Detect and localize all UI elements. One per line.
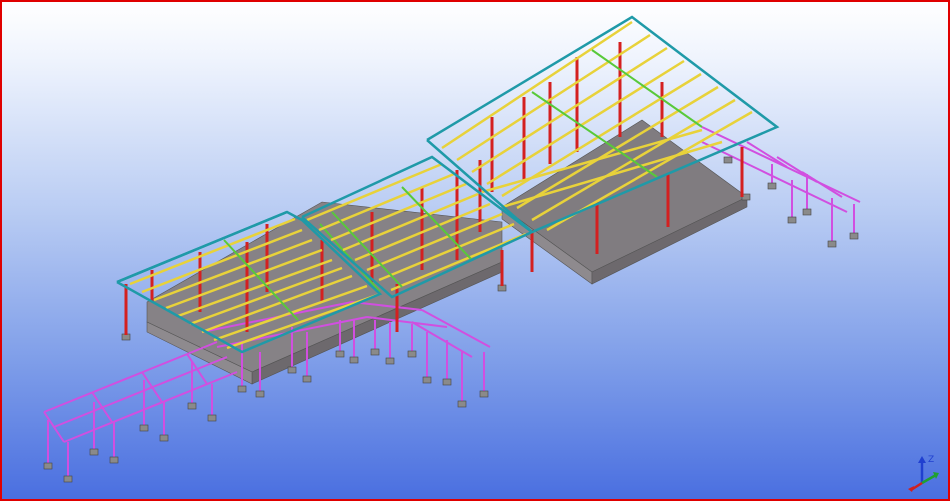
- footing: [457, 400, 467, 408]
- canopy-beam: [421, 309, 491, 348]
- footing: [849, 232, 859, 240]
- footing: [207, 414, 217, 422]
- footing: [385, 357, 395, 365]
- footing: [335, 350, 345, 358]
- footing: [139, 424, 149, 432]
- canopy-beam: [53, 356, 228, 428]
- y-axis: [921, 473, 937, 485]
- footing: [255, 390, 265, 398]
- footing: [287, 366, 297, 374]
- xyz-axis-triad-icon[interactable]: Z: [906, 453, 940, 493]
- structural-model-3d[interactable]: [2, 2, 948, 499]
- footing: [89, 448, 99, 456]
- footing: [787, 216, 797, 224]
- footing: [723, 156, 733, 164]
- footing: [302, 375, 312, 383]
- footing: [442, 378, 452, 386]
- footing: [63, 475, 73, 483]
- footing: [370, 348, 380, 356]
- footing: [159, 434, 169, 442]
- footing: [237, 385, 247, 393]
- footing: [422, 376, 432, 384]
- z-arrow: [918, 456, 926, 463]
- footing: [802, 208, 812, 216]
- footing: [407, 350, 417, 358]
- model-viewport[interactable]: Z: [0, 0, 950, 501]
- footing: [187, 402, 197, 410]
- footing: [767, 182, 777, 190]
- z-axis-label: Z: [928, 455, 934, 465]
- footing: [479, 390, 489, 398]
- footing: [349, 356, 359, 364]
- canopy-beam: [746, 141, 788, 168]
- purlin: [441, 20, 633, 150]
- footing: [43, 462, 53, 470]
- footing: [827, 240, 837, 248]
- footing: [109, 456, 119, 464]
